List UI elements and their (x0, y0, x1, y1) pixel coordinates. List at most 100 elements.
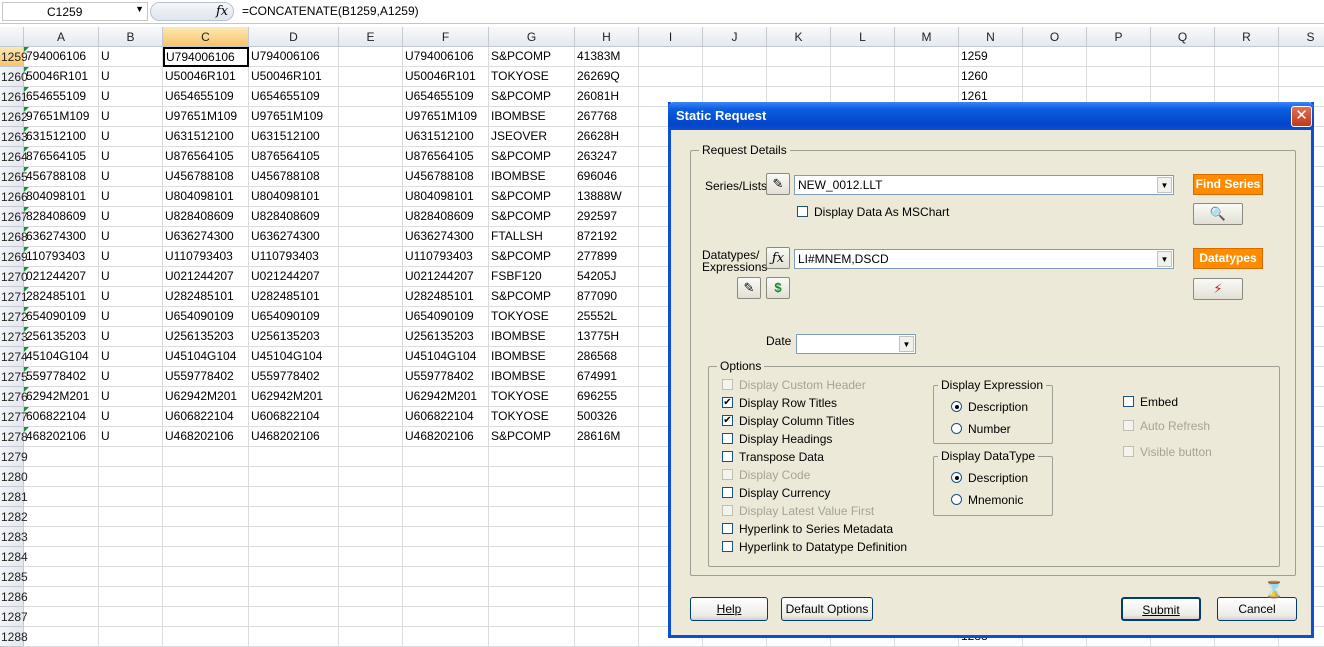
cell-g[interactable] (489, 587, 575, 607)
cell-c[interactable]: U606822104 (163, 407, 249, 427)
cell-c[interactable]: U256135203 (163, 327, 249, 347)
row-header[interactable]: 1259 (0, 47, 28, 67)
column-header-l[interactable]: L (831, 27, 895, 47)
column-header-m[interactable]: M (895, 27, 959, 47)
cell-g[interactable]: IBOMBSE (489, 347, 575, 367)
row-header[interactable]: 1273 (0, 327, 28, 347)
cell-c[interactable]: U62942M201 (163, 387, 249, 407)
cell-h[interactable]: 674991 (575, 367, 639, 387)
cell-b[interactable] (99, 487, 163, 507)
formula-input[interactable]: =CONCATENATE(B1259,A1259) (242, 4, 419, 18)
cell-e[interactable] (339, 507, 403, 527)
row-header[interactable]: 1285 (0, 567, 28, 587)
cell-h[interactable] (575, 467, 639, 487)
cell-a[interactable] (24, 487, 99, 507)
cell-d[interactable]: U282485101 (249, 287, 339, 307)
cell-f[interactable]: U606822104 (403, 407, 489, 427)
cell-i[interactable] (639, 67, 703, 87)
cell-c[interactable]: U021244207 (163, 267, 249, 287)
cell-h[interactable] (575, 627, 639, 647)
cell-d[interactable] (249, 567, 339, 587)
cell-c[interactable] (163, 447, 249, 467)
cell-c[interactable]: U654090109 (163, 307, 249, 327)
cell-g[interactable]: IBOMBSE (489, 327, 575, 347)
cell-e[interactable] (339, 367, 403, 387)
cell-a[interactable]: 654090109 (24, 307, 99, 327)
cell-g[interactable] (489, 507, 575, 527)
row-header[interactable]: 1283 (0, 527, 28, 547)
cell-d[interactable]: U636274300 (249, 227, 339, 247)
cell-h[interactable] (575, 587, 639, 607)
datatypes-button[interactable]: Datatypes (1193, 248, 1263, 269)
chevron-down-icon[interactable]: ▼ (899, 336, 914, 352)
cell-q[interactable] (1151, 47, 1215, 67)
cell-d[interactable]: U828408609 (249, 207, 339, 227)
cell-d[interactable]: U110793403 (249, 247, 339, 267)
datatype-edit-button[interactable]: ✎ (737, 277, 761, 299)
cell-e[interactable] (339, 67, 403, 87)
cell-b[interactable]: U (99, 427, 163, 447)
column-header-p[interactable]: P (1087, 27, 1151, 47)
expr-description-radio[interactable] (951, 401, 962, 412)
cell-a[interactable] (24, 467, 99, 487)
row-header[interactable]: 1270 (0, 267, 28, 287)
cell-a[interactable]: 468202106 (24, 427, 99, 447)
dt-description-radio[interactable] (951, 472, 962, 483)
row-header[interactable]: 1271 (0, 287, 28, 307)
select-all-corner[interactable] (0, 27, 24, 47)
cell-c[interactable]: U804098101 (163, 187, 249, 207)
visible-button-checkbox[interactable] (1123, 446, 1134, 457)
cell-f[interactable] (403, 567, 489, 587)
cell-j[interactable] (703, 67, 767, 87)
row-header[interactable]: 1263 (0, 127, 28, 147)
row-header[interactable]: 1260 (0, 67, 28, 87)
cell-a[interactable]: 50046R101 (24, 67, 99, 87)
cell-g[interactable]: TOKYOSE (489, 307, 575, 327)
cell-a[interactable]: 631512100 (24, 127, 99, 147)
cell-c[interactable] (163, 467, 249, 487)
cell-a[interactable]: 021244207 (24, 267, 99, 287)
cell-s[interactable] (1279, 67, 1324, 87)
cell-b[interactable]: U (99, 347, 163, 367)
cell-d[interactable]: U654655109 (249, 87, 339, 107)
cell-h[interactable] (575, 567, 639, 587)
cell-a[interactable]: 606822104 (24, 407, 99, 427)
column-header-k[interactable]: K (767, 27, 831, 47)
column-header-h[interactable]: H (575, 27, 639, 47)
cell-a[interactable]: 559778402 (24, 367, 99, 387)
cell-b[interactable] (99, 627, 163, 647)
row-header[interactable]: 1288 (0, 627, 28, 647)
option-checkbox[interactable] (722, 451, 733, 462)
cell-b[interactable]: U (99, 227, 163, 247)
cell-f[interactable] (403, 547, 489, 567)
cell-d[interactable]: U794006106 (249, 47, 339, 67)
cell-f[interactable]: U794006106 (403, 47, 489, 67)
row-header[interactable]: 1281 (0, 487, 28, 507)
cell-b[interactable] (99, 447, 163, 467)
cell-g[interactable]: FSBF120 (489, 267, 575, 287)
datatypes-combo[interactable]: LI#MNEM,DSCD ▼ (794, 249, 1174, 269)
cell-h[interactable]: 696046 (575, 167, 639, 187)
cell-f[interactable] (403, 587, 489, 607)
column-header-f[interactable]: F (403, 27, 489, 47)
cell-c[interactable] (163, 487, 249, 507)
function-button[interactable]: ƒx (766, 247, 790, 269)
cell-c[interactable]: U110793403 (163, 247, 249, 267)
column-header-q[interactable]: Q (1151, 27, 1215, 47)
cell-p[interactable] (1087, 47, 1151, 67)
cell-f[interactable]: U559778402 (403, 367, 489, 387)
cell-r[interactable] (1215, 67, 1279, 87)
cell-h[interactable]: 26269Q (575, 67, 639, 87)
row-header[interactable]: 1279 (0, 447, 28, 467)
close-button[interactable]: ✕ (1291, 106, 1312, 127)
row-header[interactable]: 1267 (0, 207, 28, 227)
cell-i[interactable] (639, 47, 703, 67)
cell-d[interactable]: U631512100 (249, 127, 339, 147)
cell-b[interactable]: U (99, 247, 163, 267)
cell-g[interactable]: IBOMBSE (489, 167, 575, 187)
cell-e[interactable] (339, 47, 403, 67)
column-header-n[interactable]: N (959, 27, 1023, 47)
cell-a[interactable]: 62942M201 (24, 387, 99, 407)
insert-function-icon[interactable]: fx (216, 4, 228, 19)
cell-e[interactable] (339, 207, 403, 227)
